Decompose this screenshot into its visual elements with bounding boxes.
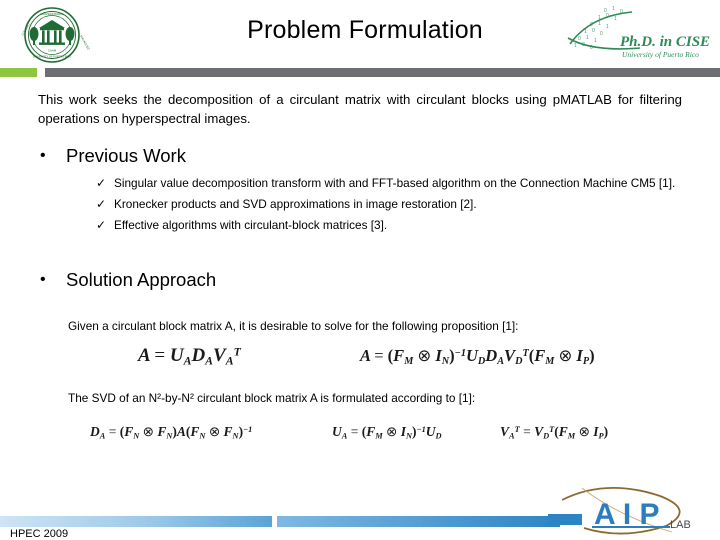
check-icon: ✓ [96, 218, 107, 232]
header-accent-gray [45, 68, 720, 77]
svg-text:1: 1 [586, 35, 589, 41]
previous-work-list: ✓ Singular value decomposition transform… [96, 175, 680, 238]
equation-right-singular-va: VAT = VDT(FM ⊗ IP) [500, 424, 609, 441]
svg-text:1: 1 [598, 21, 601, 27]
footer-bar-left [0, 516, 272, 527]
header-accent-green [0, 68, 37, 77]
slide-canvas: CAAM UNIVERSITY OF PUERTO RICO COLEGIO U… [0, 0, 720, 540]
list-item: ✓ Effective algorithms with circulant-bl… [96, 217, 680, 234]
equation-svd-expanded: A = (FM ⊗ IN)−1UDDAVDT(FM ⊗ IP) [360, 346, 595, 367]
svg-text:University of Puerto Rico: University of Puerto Rico [622, 50, 699, 59]
list-item-text: Singular value decomposition transform w… [114, 176, 676, 190]
check-icon: ✓ [96, 176, 107, 190]
svg-text:UNIVERSITY OF PUERTO RICO: UNIVERSITY OF PUERTO RICO [33, 55, 71, 59]
intro-paragraph: This work seeks the decomposition of a c… [38, 92, 682, 126]
svg-text:Ph.D. in CISE: Ph.D. in CISE [620, 34, 710, 50]
footer-label: HPEC 2009 [10, 528, 69, 540]
proposition-text-2: The SVD of an N²-by-N² circulant block m… [68, 391, 476, 405]
bullet-icon: • [40, 147, 46, 164]
section-previous-work: • Previous Work [40, 143, 186, 169]
university-seal-logo: CAAM UNIVERSITY OF PUERTO RICO COLEGIO U… [12, 6, 92, 64]
check-icon: ✓ [96, 197, 107, 211]
list-item: ✓ Kronecker products and SVD approximati… [96, 196, 680, 213]
aip-lab-logo: A I P LAB [548, 482, 716, 538]
list-item-text: Effective algorithms with circulant-bloc… [114, 218, 388, 232]
svg-text:0: 0 [578, 36, 581, 42]
svg-text:0: 0 [600, 31, 603, 37]
slide-header: CAAM UNIVERSITY OF PUERTO RICO COLEGIO U… [0, 0, 720, 70]
equation-svd-basic: A = UADAVAT [138, 345, 241, 368]
footer-bar-right [277, 516, 560, 527]
list-item: ✓ Singular value decomposition transform… [96, 175, 680, 192]
svg-text:1: 1 [614, 16, 617, 22]
equation-left-singular-ua: UA = (FM ⊗ IN)−1UD [332, 424, 442, 441]
bullet-icon: • [40, 271, 46, 288]
section-heading-previous-work: Previous Work [66, 145, 186, 166]
section-heading-solution-approach: Solution Approach [66, 269, 217, 290]
proposition-text-1: Given a circulant block matrix A, it is … [68, 319, 519, 333]
section-solution-approach: • Solution Approach [40, 267, 216, 293]
phd-cise-logo: 010 101 011 100 011 100 Ph.D. in CISE Un… [560, 4, 712, 66]
svg-text:0: 0 [592, 28, 595, 34]
svg-text:1: 1 [612, 6, 615, 12]
svg-text:1: 1 [594, 38, 597, 44]
svg-text:UNIVERSITARIO: UNIVERSITARIO [40, 12, 64, 16]
equation-diagonal-da: DA = (FN ⊗ FN)A(FN ⊗ FN)−1 [90, 424, 253, 441]
page-title: Problem Formulation [247, 16, 483, 44]
svg-text:MAYAGUEZ: MAYAGUEZ [79, 35, 91, 51]
svg-text:LAB: LAB [670, 519, 691, 531]
svg-text:CAAM: CAAM [48, 49, 57, 53]
list-item-text: Kronecker products and SVD approximation… [114, 197, 477, 211]
svg-text:1: 1 [606, 24, 609, 30]
svg-text:1: 1 [574, 43, 577, 49]
